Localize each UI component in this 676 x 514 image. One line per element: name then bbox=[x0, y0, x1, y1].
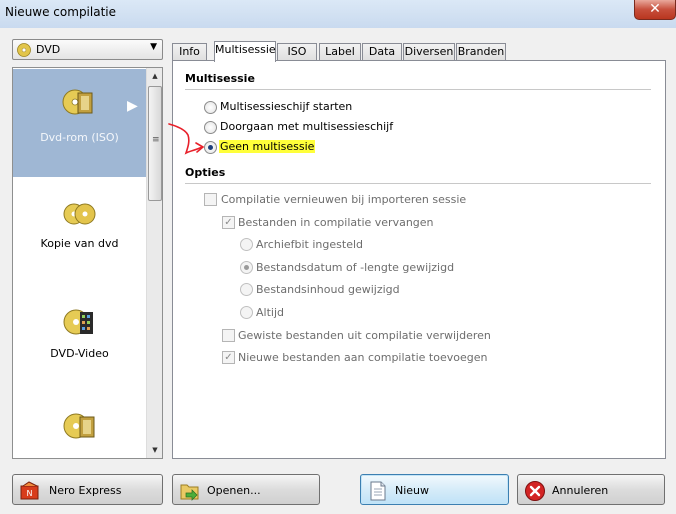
list-item-dvd-video[interactable]: DVD-Video bbox=[13, 285, 146, 393]
option-label: Doorgaan met multisessieschijf bbox=[220, 120, 394, 133]
button-label: Nieuw bbox=[395, 484, 430, 497]
list-item-copy-dvd[interactable]: Kopie van dvd bbox=[13, 177, 146, 285]
multisessie-panel: Multisessie Multisessieschijf starten Do… bbox=[172, 60, 666, 459]
section-divider bbox=[185, 89, 651, 90]
title-bar: Nieuwe compilatie ✕ bbox=[0, 0, 676, 28]
option-label-highlighted: Geen multisessie bbox=[219, 140, 316, 153]
list-scrollbar[interactable]: ▲ ≡ ▼ bbox=[146, 68, 162, 458]
list-item-label: Kopie van dvd bbox=[40, 237, 119, 250]
radio-start-multisession[interactable] bbox=[204, 101, 217, 114]
multisessie-section-title: Multisessie bbox=[185, 72, 255, 85]
list-item-dvd-rom[interactable]: ▶ Dvd-rom (ISO) bbox=[13, 69, 146, 177]
dialog-window: Nieuwe compilatie ✕ DVD ▼ ▶ Dvd-rom (ISO… bbox=[0, 0, 676, 514]
checkmark-icon: ✓ bbox=[224, 352, 233, 363]
scrollbar-thumb[interactable]: ≡ bbox=[148, 86, 162, 201]
tab-diversen[interactable]: Diversen bbox=[403, 43, 455, 61]
dialog-body: DVD ▼ ▶ Dvd-rom (ISO) Kopie van dvd DVD-… bbox=[0, 28, 676, 514]
chevron-down-icon: ▼ bbox=[150, 42, 157, 52]
disc-icon bbox=[17, 43, 31, 57]
new-document-icon bbox=[370, 481, 386, 501]
radio-content-changed[interactable] bbox=[240, 283, 253, 296]
checkmark-icon: ✓ bbox=[224, 217, 233, 228]
cancel-icon bbox=[525, 481, 545, 501]
dvd-video-disc-icon bbox=[63, 309, 93, 335]
dvd-rom-disc-icon bbox=[62, 89, 93, 115]
option-label: Nieuwe bestanden aan compilatie toevoege… bbox=[238, 351, 488, 364]
tab-data[interactable]: Data bbox=[362, 43, 402, 61]
selected-arrow-icon: ▶ bbox=[127, 98, 138, 114]
folder-open-icon bbox=[180, 484, 199, 501]
cancel-button[interactable]: Annuleren bbox=[517, 474, 665, 505]
tab-branden[interactable]: Branden bbox=[456, 43, 506, 61]
nero-express-icon: N bbox=[20, 481, 39, 500]
dropdown-selected-label: DVD bbox=[36, 43, 61, 56]
option-label: Gewiste bestanden uit compilatie verwijd… bbox=[238, 329, 491, 342]
checkbox-renew-compilation[interactable] bbox=[204, 193, 217, 206]
list-item-label: DVD-Video bbox=[50, 347, 109, 360]
tab-label[interactable]: Label bbox=[319, 43, 361, 61]
option-label: Multisessieschijf starten bbox=[220, 100, 353, 113]
section-divider bbox=[185, 183, 651, 184]
tab-iso[interactable]: ISO bbox=[277, 43, 317, 61]
grip-icon: ≡ bbox=[152, 135, 160, 145]
close-button[interactable]: ✕ bbox=[634, 0, 676, 20]
disc-type-dropdown[interactable]: DVD ▼ bbox=[12, 39, 163, 60]
opties-section-title: Opties bbox=[185, 166, 226, 179]
copy-disc-icon bbox=[63, 203, 96, 225]
option-label: Altijd bbox=[256, 306, 284, 319]
checkbox-delete-removed-files[interactable] bbox=[222, 329, 235, 342]
radio-always[interactable] bbox=[240, 306, 253, 319]
compilation-type-list: ▶ Dvd-rom (ISO) Kopie van dvd DVD-Video … bbox=[12, 67, 163, 459]
radio-date-length-changed[interactable] bbox=[240, 261, 253, 274]
red-annotation-arrow bbox=[168, 123, 205, 155]
option-label: Compilatie vernieuwen bij importeren ses… bbox=[221, 193, 467, 206]
svg-text:N: N bbox=[27, 489, 33, 498]
close-icon: ✕ bbox=[649, 1, 661, 17]
checkbox-add-new-files[interactable]: ✓ bbox=[222, 351, 235, 364]
option-label: Bestandsdatum of -lengte gewijzigd bbox=[256, 261, 455, 274]
option-label: Bestanden in compilatie vervangen bbox=[238, 216, 434, 229]
list-item-dvd[interactable] bbox=[13, 393, 146, 458]
button-label: Annuleren bbox=[552, 484, 609, 497]
nero-express-button[interactable]: N Nero Express bbox=[12, 474, 163, 505]
option-label: Bestandsinhoud gewijzigd bbox=[256, 283, 400, 296]
button-label: Openen... bbox=[207, 484, 261, 497]
scroll-down-icon[interactable]: ▼ bbox=[147, 442, 163, 458]
option-label: Archiefbit ingesteld bbox=[256, 238, 363, 251]
tab-info[interactable]: Info bbox=[172, 43, 207, 61]
scroll-up-icon[interactable]: ▲ bbox=[147, 68, 163, 84]
tab-multisessie[interactable]: Multisessie bbox=[214, 41, 276, 62]
checkbox-replace-files[interactable]: ✓ bbox=[222, 216, 235, 229]
window-title: Nieuwe compilatie bbox=[5, 5, 116, 19]
open-button[interactable]: Openen... bbox=[172, 474, 320, 505]
dvd-disc-icon bbox=[63, 413, 95, 439]
new-button[interactable]: Nieuw bbox=[360, 474, 509, 505]
radio-archive-bit[interactable] bbox=[240, 238, 253, 251]
list-item-label: Dvd-rom (ISO) bbox=[40, 131, 119, 144]
button-label: Nero Express bbox=[49, 484, 122, 497]
